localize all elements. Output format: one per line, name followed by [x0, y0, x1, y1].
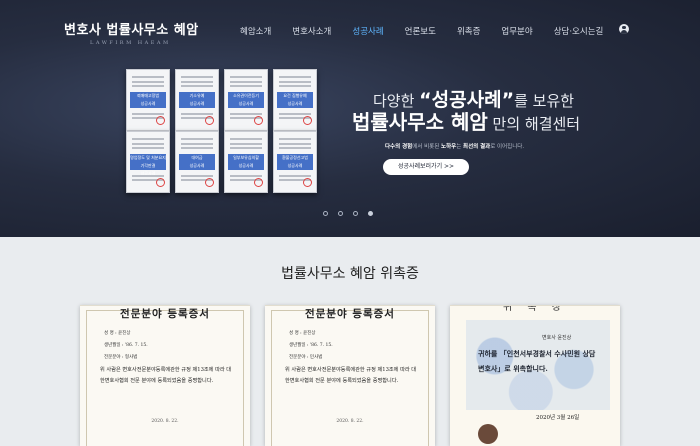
case-card-title: 요건 집행유예	[283, 93, 307, 98]
certificate-field: 성 명 : 윤진상	[289, 331, 316, 336]
certificate-body: 위 사람은 변호사전문분야등록에관한 규정 제13조에 따라 대한변호사협회 전…	[100, 367, 232, 384]
certificate-title: 위 촉 장	[503, 305, 567, 313]
case-card-title: 일부보유심의할	[233, 155, 259, 160]
case-card: 기소유예성공사례	[175, 69, 219, 131]
case-card: 소유권이전등기성공사례	[224, 69, 268, 131]
certificate-field: 전문분야 : 형사법	[104, 355, 138, 360]
case-card: 요건 집행유예성공사례	[273, 69, 317, 131]
case-card: 명업정도 및 처분요지 기각판결 성공사례	[126, 131, 170, 193]
certificate-card[interactable]: 전문분야 등록증서 성 명 : 윤진상 생년월일 : '86. 7. 15. 전…	[265, 305, 435, 446]
user-circle-icon[interactable]	[619, 24, 629, 34]
case-card-title: 뢰매매고정법	[136, 93, 160, 98]
case-card: 환불공정선고법성공사례	[273, 131, 317, 193]
nav-item-about[interactable]: 혜암소개	[240, 25, 271, 37]
case-card-badge: 성공사례	[238, 101, 254, 106]
site-logo-subtitle: LAWFIRM HAEAM	[90, 40, 171, 46]
case-card: 대여금성공사례	[175, 131, 219, 193]
hero-banner: 변호사 법률사무소 혜암 LAWFIRM HAEAM 혜암소개 변호사소개 성공…	[0, 0, 700, 237]
certificate-card[interactable]: 전문분야 등록증서 성 명 : 윤진상 생년월일 : '86. 7. 15. 전…	[80, 305, 250, 446]
case-card-badge: 성공사례	[189, 163, 205, 168]
certificate-date: 2020년 3월 26일	[536, 415, 580, 421]
case-card-title: 기소유예	[189, 93, 205, 98]
main-nav: 혜암소개 변호사소개 성공사례 언론보도 위촉증 업무분야 상담·오시는길	[240, 25, 624, 37]
nav-item-lawyers[interactable]: 변호사소개	[292, 25, 331, 37]
section-title: 법률사무소 혜암 위촉증	[281, 266, 419, 282]
nav-item-press[interactable]: 언론보도	[405, 25, 436, 37]
certificate-field: 성 명 : 윤진상	[104, 331, 131, 336]
certificate-card[interactable]: 위 촉 장 변호사 윤진상 귀하를 「인천서부경찰서 수사민원 상담 변호사」로…	[450, 305, 620, 446]
case-card-badge: 성공사례	[238, 163, 254, 168]
case-card-title: 환불공정선고법	[282, 155, 308, 160]
certificate-name: 변호사 윤진상	[542, 335, 572, 341]
certificate-date: 2020. 8. 22.	[336, 419, 364, 424]
case-card-badge: 성공사례	[287, 163, 303, 168]
case-card: 뢰매매고정법성공사례	[126, 69, 170, 131]
slide-dot-4-active[interactable]	[368, 211, 373, 216]
certificate-title: 전문분야 등록증서	[305, 308, 395, 320]
nav-item-certificates[interactable]: 위촉증	[457, 25, 480, 37]
slide-dot-1[interactable]	[323, 211, 328, 216]
nav-item-practice-areas[interactable]: 업무분야	[501, 25, 532, 37]
certificate-body: 귀하를 「인천서부경찰서 수사민원 상담 변호사」로 위촉합니다.	[478, 349, 596, 373]
hero-description: 다수의 경험에서 비롯된 노하우는 최선의 결과로 이어집니다.	[385, 144, 525, 150]
nav-item-cases[interactable]: 성공사례	[352, 25, 383, 37]
slider-pagination	[323, 211, 383, 216]
case-card-badge: 성공사례	[189, 101, 205, 106]
hero-headline-line2: 법률사무소 혜암 만의 해결센터	[352, 110, 581, 134]
case-card: 일부보유심의할성공사례	[224, 131, 268, 193]
certificate-field: 전문분야 : 민사법	[289, 355, 323, 360]
slide-dot-3[interactable]	[353, 211, 358, 216]
case-card-badge: 성공사례	[287, 101, 303, 106]
case-card-badge: 성공사례	[140, 101, 156, 106]
case-card-title: 대여금	[191, 155, 203, 160]
certificate-date: 2020. 8. 22.	[151, 419, 179, 424]
slide-dot-2[interactable]	[338, 211, 343, 216]
certificate-field: 생년월일 : '86. 7. 15.	[289, 343, 333, 348]
seal-emblem	[478, 424, 498, 444]
certificate-field: 생년월일 : '86. 7. 15.	[104, 343, 148, 348]
view-cases-button[interactable]: 성공사례보러가기 >>	[383, 159, 469, 175]
certificate-body: 위 사람은 변호사전문분야등록에관한 규정 제13조에 따라 대한변호사협회 전…	[285, 367, 417, 384]
certificate-title: 전문분야 등록증서	[120, 308, 210, 320]
case-card-title: 소유권이전등기	[233, 93, 259, 98]
case-card-title: 명업정도 및 처분요지 기각판결	[130, 155, 166, 168]
site-logo[interactable]: 변호사 법률사무소 혜암	[64, 19, 199, 38]
nav-item-contact[interactable]: 상담·오시는길	[554, 25, 604, 37]
